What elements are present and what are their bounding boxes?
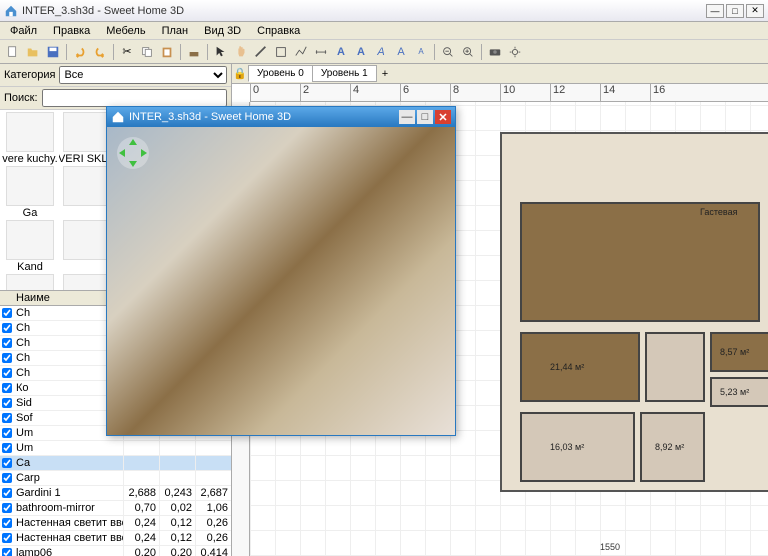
table-row[interactable]: bathroom-mirror0,700,021,06 [0,501,231,516]
menu-edit[interactable]: Правка [47,24,96,38]
cut-button[interactable]: ✂ [118,43,136,61]
add-furniture-button[interactable] [185,43,203,61]
add-level-button[interactable]: + [376,66,394,82]
lock-icon[interactable]: 🔒 [232,67,248,80]
3d-maximize-button[interactable]: □ [417,110,433,124]
ruler-horizontal: 0246810121416 [250,84,768,102]
3d-minimize-button[interactable]: — [399,110,415,124]
save-button[interactable] [44,43,62,61]
furniture-item[interactable]: Karp [2,274,58,290]
room-label: 21,44 м² [550,362,584,372]
room-tool[interactable] [272,43,290,61]
table-row[interactable]: Um [0,441,231,456]
copy-button[interactable] [138,43,156,61]
3d-close-button[interactable]: ✕ [435,110,451,124]
dimension-tool[interactable] [312,43,330,61]
app-icon [4,4,18,18]
menu-furniture[interactable]: Мебель [100,24,151,38]
zoom-in-button[interactable] [459,43,477,61]
furniture-item[interactable]: Ga [2,166,58,219]
furniture-item[interactable]: dvere kuchy... [2,112,58,165]
table-row[interactable]: Настенная светит вверх0,240,120,26 [0,531,231,546]
close-button[interactable]: ✕ [746,4,764,18]
wall-tool[interactable] [252,43,270,61]
paste-button[interactable] [158,43,176,61]
pan-tool[interactable] [232,43,250,61]
room-label: 16,03 м² [550,442,584,452]
level-tab-0[interactable]: Уровень 0 [248,65,313,82]
redo-button[interactable] [91,43,109,61]
3d-viewer-window[interactable]: INTER_3.sh3d - Sweet Home 3D — □ ✕ [106,106,456,436]
category-select[interactable]: Все [59,66,227,84]
room-label: 5,23 м² [720,387,749,397]
3d-viewer-title: INTER_3.sh3d - Sweet Home 3D [129,111,397,123]
table-row[interactable]: Настенная светит вверх0,240,120,26 [0,516,231,531]
room-label: 8,92 м² [655,442,684,452]
menu-help[interactable]: Справка [251,24,306,38]
furniture-item[interactable]: Kand [2,220,58,273]
room-label: 8,57 м² [720,347,749,357]
search-input[interactable] [42,89,227,107]
zoom-out-button[interactable] [439,43,457,61]
level-tabs: 🔒 Уровень 0 Уровень 1 + [232,64,768,84]
level-tab-1[interactable]: Уровень 1 [312,65,377,82]
select-tool[interactable] [212,43,230,61]
3d-nav-control[interactable] [115,135,151,171]
text-tool[interactable]: A [332,43,350,61]
menu-file[interactable]: Файл [4,24,43,38]
text-bold[interactable]: A [352,43,370,61]
category-label: Категория [4,69,55,81]
3d-viewer-titlebar[interactable]: INTER_3.sh3d - Sweet Home 3D — □ ✕ [107,107,455,127]
minimize-button[interactable]: — [706,4,724,18]
new-button[interactable] [4,43,22,61]
toolbar: ✂ A A A A A [0,40,768,64]
window-title: INTER_3.sh3d - Sweet Home 3D [22,5,706,17]
camera-button[interactable] [486,43,504,61]
room-label: Гастевая [700,207,737,217]
search-label: Поиск: [4,92,38,104]
table-row[interactable]: Carp [0,471,231,486]
menu-3dview[interactable]: Вид 3D [198,24,247,38]
table-row[interactable]: Ca [0,456,231,471]
open-button[interactable] [24,43,42,61]
maximize-button[interactable]: □ [726,4,744,18]
app-icon [111,110,125,124]
text-italic[interactable]: A [372,43,390,61]
table-row[interactable]: Gardini 12,6880,2432,687 [0,486,231,501]
text-size-up[interactable]: A [392,43,410,61]
titlebar: INTER_3.sh3d - Sweet Home 3D — □ ✕ [0,0,768,22]
settings-button[interactable] [506,43,524,61]
polyline-tool[interactable] [292,43,310,61]
undo-button[interactable] [71,43,89,61]
menu-plan[interactable]: План [156,24,195,38]
text-size-down[interactable]: A [412,43,430,61]
floorplan[interactable]: Гастевая 21,44 м² 16,03 м² 8,57 м² 5,23 … [500,132,768,492]
3d-viewport[interactable] [107,127,455,435]
dimension-label: 1550 [600,542,620,552]
menubar: Файл Правка Мебель План Вид 3D Справка [0,22,768,40]
table-row[interactable]: lamp060,200,200,414 [0,546,231,556]
